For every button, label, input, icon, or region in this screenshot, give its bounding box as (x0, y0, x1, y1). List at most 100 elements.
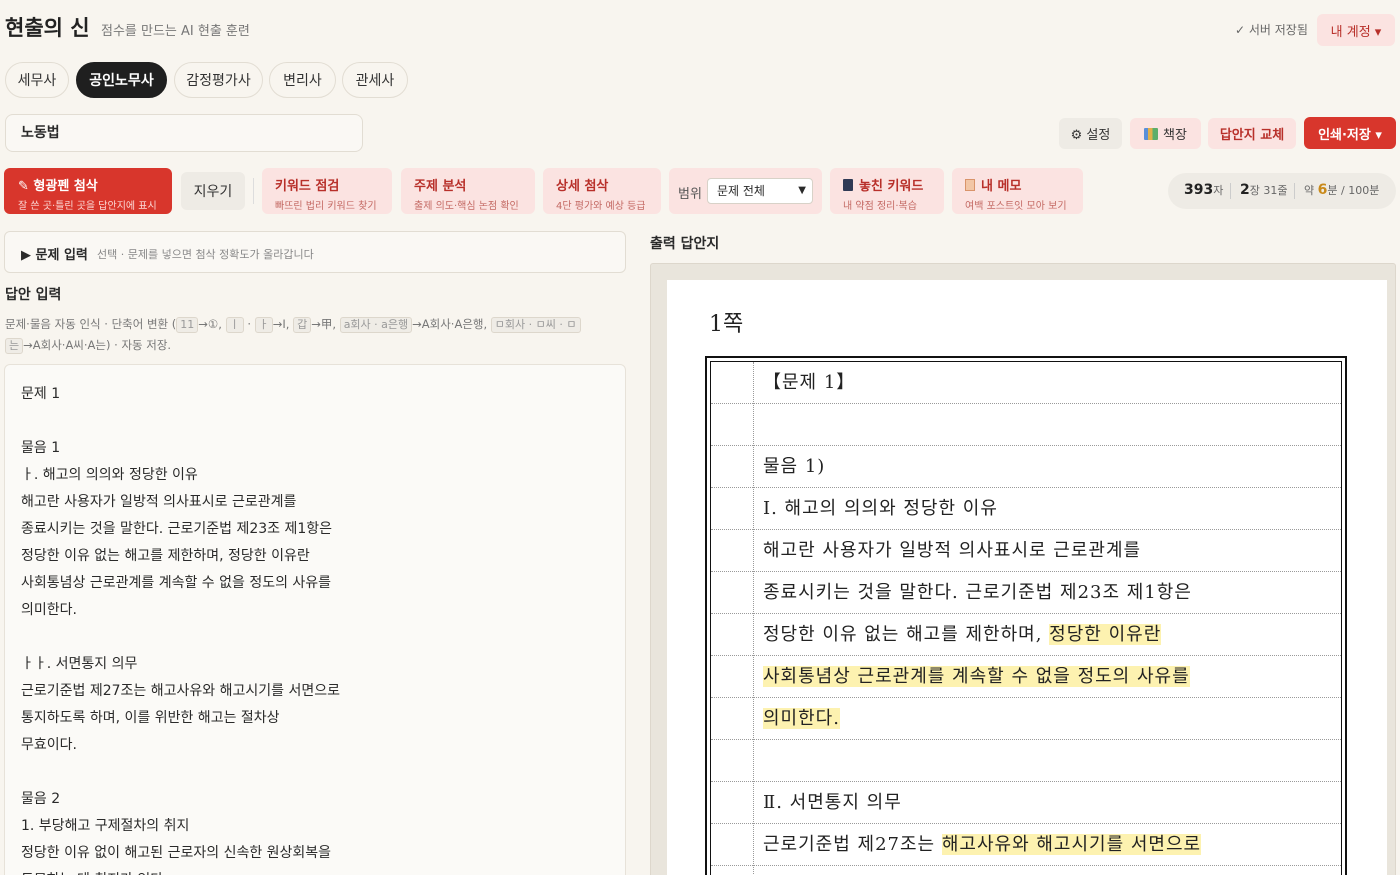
answer-line: 사회통념상 근로관계를 계속할 수 없을 정도의 사유를 (21, 575, 332, 591)
chevron-down-icon: ▼ (798, 185, 806, 196)
sheet-row (711, 404, 1341, 446)
range-group: 범위 문제 전체 ▼ (669, 168, 822, 214)
sheet-row-text: 정당한 이유 없는 해고를 제한하며, 정당한 이유란 (763, 614, 1162, 656)
sheet-row: 정당한 이유 없는 해고를 제한하며, 정당한 이유란 (711, 614, 1341, 656)
answer-lines: 문제 1 물음 1 ㅏ. 해고의 의의와 정당한 이유 해고란 사용자가 일방적 의사… (21, 381, 609, 875)
help-text: →A회사·A은행, (412, 317, 491, 331)
stats-box: 393자 2장 31줄 약 6분 / 100분 (1168, 173, 1396, 209)
save-status: ✓ 서버 저장됨 (1235, 23, 1308, 37)
highlighted-text: 사회통념상 근로관계를 계속할 수 없을 정도의 사유를 (763, 666, 1190, 687)
question-input-panel[interactable]: ▶ 문제 입력 선택 · 문제를 넣으면 첨삭 정확도가 올라갑니다 (4, 231, 626, 273)
help-text: →A회사·A씨·A는) · 자동 저장. (23, 338, 172, 352)
memo-icon (965, 179, 975, 191)
highlighter-button[interactable]: ✎ 형광펜 첨삭 잘 쓴 곳·틀린 곳을 답안지에 표시 (4, 168, 172, 214)
sheet-row-text: 의미한다. (763, 698, 840, 740)
keyword-check-button[interactable]: 키워드 점검 빠뜨린 법리 키워드 찾기 (262, 168, 392, 214)
tab-exam-3[interactable]: 감정평가사 (174, 62, 263, 98)
answer-line: 정당한 이유 없이 해고된 근로자의 신속한 원상회복을 (21, 845, 332, 861)
app-subtitle: 점수를 만드는 AI 현출 훈련 (101, 24, 250, 39)
answer-line: 문제 1 (21, 386, 61, 402)
books-icon (1144, 127, 1159, 140)
keyword-check-sub: 빠뜨린 법리 키워드 찾기 (275, 201, 377, 212)
sheet-row-text: Ⅱ. 서면통지 의무 (763, 782, 902, 824)
help-text: 문제·물음 자동 인식 · 단축어 변환 ( (5, 317, 177, 331)
highlighted-text: 해고사유와 해고시기를 서면으로 (941, 834, 1202, 855)
sheet-row: Ⅱ. 서면통지 의무 (711, 782, 1341, 824)
sheet-text-plain: 근로기준법 제27조는 (763, 834, 942, 855)
answer-line: ㅏㅏ. 서면통지 의무 (21, 656, 138, 672)
sheet-row-text: 【문제 1】 (763, 362, 855, 404)
subject-input[interactable]: 노동법 (5, 114, 363, 152)
answer-line: 종료시키는 것을 말한다. 근로기준법 제23조 제1항은 (21, 521, 333, 537)
sheet-text-plain: 물음 1) (763, 456, 826, 477)
sheet-row-text: 물음 1) (763, 446, 825, 488)
my-memo-button[interactable]: 내 메모 여백 포스트잇 모아 보기 (952, 168, 1083, 214)
help-text: →甲, (311, 317, 340, 331)
shortcut-key: ㅁ회사 · ㅁ씨 · ㅁ (490, 317, 581, 333)
clear-button[interactable]: 지우기 (181, 172, 245, 210)
shortcut-key: a회사 · a은행 (339, 317, 413, 333)
tab-exam-5[interactable]: 관세사 (342, 62, 408, 98)
output-title: 출력 답안지 (650, 236, 720, 252)
highlighter-sub: 잘 쓴 곳·틀린 곳을 답안지에 표시 (18, 201, 157, 212)
shortcut-key: 는 (5, 338, 24, 354)
missed-keyword-sub: 내 약점 정리·복습 (843, 201, 917, 212)
answer-line: 의미한다. (21, 602, 77, 618)
page-unit: 장 31줄 (1249, 184, 1288, 197)
shortcut-key: ㅣ (225, 317, 244, 333)
range-select[interactable]: 문제 전체 ▼ (707, 178, 813, 204)
answer-line: 통지하도록 하며, 이를 위반한 해고는 절차상 (21, 710, 280, 726)
answer-line: 정당한 이유 없는 해고를 제한하며, 정당한 이유란 (21, 548, 310, 564)
output-frame: 1쪽 【문제 1】 물음 1) Ⅰ. 해고의 의의와 정당한 이유해고란 사용자가 … (650, 263, 1396, 875)
answer-sheet-page: 1쪽 【문제 1】 물음 1) Ⅰ. 해고의 의의와 정당한 이유해고란 사용자가 … (667, 280, 1387, 875)
question-panel-title: ▶ 문제 입력 (21, 248, 88, 263)
settings-button[interactable]: ⚙ 설정 (1059, 118, 1122, 149)
sheet-row: 종료시키는 것을 말한다. 근로기준법 제23조 제1항은 (711, 572, 1341, 614)
sheet-inner-border: 【문제 1】 물음 1) Ⅰ. 해고의 의의와 정당한 이유해고란 사용자가 일방적… (710, 361, 1342, 875)
swap-sheet-button[interactable]: 답안지 교체 (1208, 118, 1296, 149)
sheet-text-plain: Ⅰ. 해고의 의의와 정당한 이유 (763, 498, 998, 519)
bookshelf-button[interactable]: 책장 (1130, 118, 1201, 149)
answer-input-title: 답안 입력 (5, 287, 62, 303)
answer-line: 물음 2 (21, 791, 61, 807)
answer-help-text: 문제·물음 자동 인식 · 단축어 변환 (11 →①, ㅣ · ㅏ →Ⅰ, 갑 →甲… (5, 314, 625, 356)
my-memo-title: 내 메모 (981, 179, 1022, 194)
sheet-row-text: 사회통념상 근로관계를 계속할 수 없을 정도의 사유를 (763, 656, 1190, 698)
range-label: 범위 (678, 187, 702, 202)
answer-sheet-grid: 【문제 1】 물음 1) Ⅰ. 해고의 의의와 정당한 이유해고란 사용자가 일방적… (705, 356, 1347, 875)
toolbar-divider (253, 178, 254, 204)
topic-analysis-button[interactable]: 주제 분석 출제 의도·핵심 논점 확인 (401, 168, 535, 214)
answer-line: 도모하는 데 취지가 있다. (21, 867, 609, 875)
sheet-row-text: 종료시키는 것을 말한다. 근로기준법 제23조 제1항은 (763, 572, 1192, 614)
sheet-row: 사회통념상 근로관계를 계속할 수 없을 정도의 사유를 (711, 656, 1341, 698)
missed-keyword-button[interactable]: 놓친 키워드 내 약점 정리·복습 (830, 168, 944, 214)
topic-analysis-title: 주제 분석 (414, 179, 467, 194)
highlighter-title: ✎ 형광펜 첨삭 (18, 179, 98, 194)
detail-review-button[interactable]: 상세 첨삭 4단 평가와 예상 등급 (543, 168, 661, 214)
notebook-icon (843, 179, 853, 191)
tab-exam-1[interactable]: 세무사 (5, 62, 69, 98)
answer-line: 해고란 사용자가 일방적 의사표시로 근로관계를 (21, 494, 297, 510)
help-text: →Ⅰ, (272, 317, 294, 331)
account-button[interactable]: 내 계정 ▾ (1317, 14, 1395, 46)
sheet-text-plain: 해고란 사용자가 일방적 의사표시로 근로관계를 (763, 540, 1142, 561)
tab-exam-4[interactable]: 변리사 (269, 62, 336, 98)
answer-line: 무효이다. (21, 737, 77, 753)
sheet-row: 근로기준법 제27조는 해고사유와 해고시기를 서면으로 (711, 824, 1341, 866)
answer-line (21, 759, 609, 786)
range-select-value: 문제 전체 (717, 184, 765, 198)
answer-line: 1. 부당해고 구제절차의 취지 (21, 818, 190, 834)
page-count: 2 (1240, 182, 1250, 198)
print-save-button[interactable]: 인쇄·저장 ▾ (1304, 117, 1396, 149)
sheet-row: 의미한다. (711, 698, 1341, 740)
help-text: →①, (198, 317, 226, 331)
answer-textarea[interactable]: 문제 1 물음 1 ㅏ. 해고의 의의와 정당한 이유 해고란 사용자가 일방적 의사… (4, 364, 626, 875)
char-count: 393 (1184, 182, 1214, 198)
stats-divider-2 (1294, 183, 1295, 199)
keyword-check-title: 키워드 점검 (275, 179, 340, 194)
time-minutes: 6 (1317, 182, 1328, 198)
sheet-row: 물음 1) (711, 446, 1341, 488)
shortcut-key: 11 (176, 317, 199, 333)
page-number: 1쪽 (709, 312, 744, 337)
tab-exam-2[interactable]: 공인노무사 (76, 62, 167, 98)
